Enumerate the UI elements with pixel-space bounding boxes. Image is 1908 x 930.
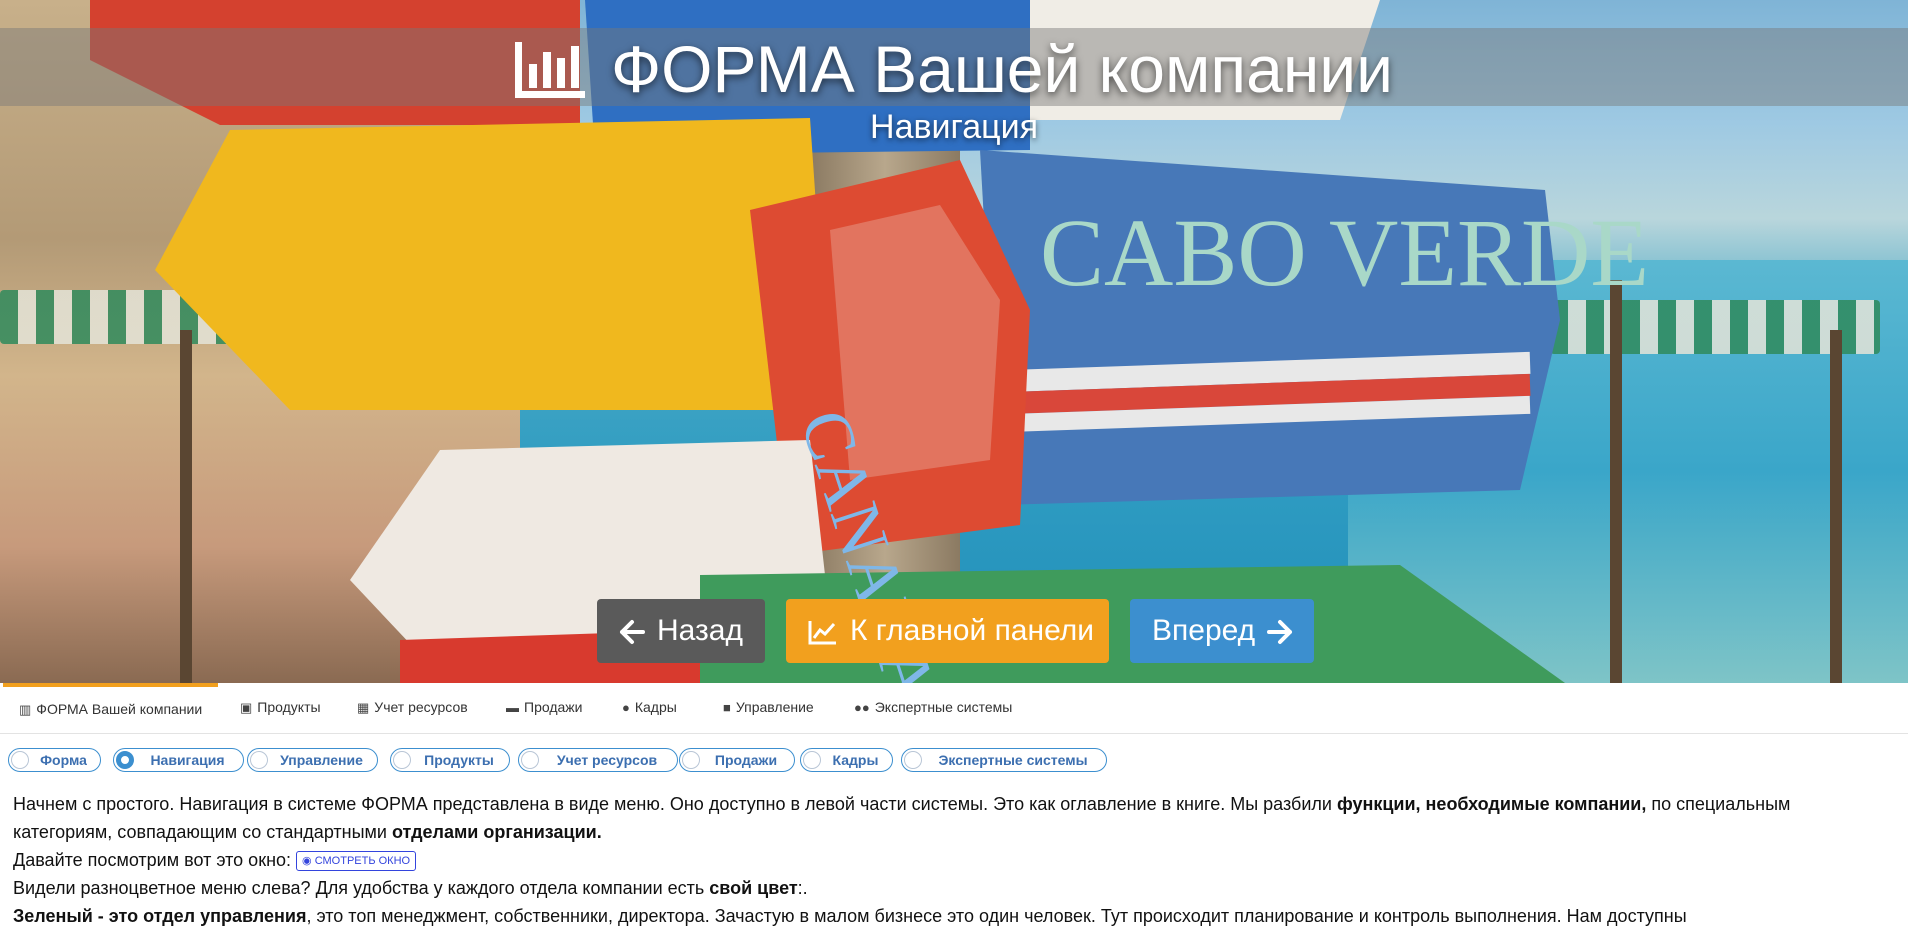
tab-products[interactable]: ▣ Продукты bbox=[240, 683, 321, 733]
main-panel-button-label: К главной панели bbox=[850, 614, 1095, 647]
box-icon: ▣ bbox=[240, 700, 253, 715]
text: Видели разноцветное меню слева? Для удоб… bbox=[13, 878, 710, 898]
tab-expert-systems[interactable]: ●● Экспертные системы bbox=[854, 683, 1012, 733]
next-button[interactable]: Вперед bbox=[1130, 599, 1314, 663]
paragraph-window: Давайте посмотрим вот это окно: ◉ СМОТРЕ… bbox=[13, 846, 1893, 874]
pill-label: Форма bbox=[40, 752, 87, 768]
tab-label: Учет ресурсов bbox=[374, 699, 468, 715]
paragraph-colors: Видели разноцветное меню слева? Для удоб… bbox=[13, 874, 1893, 902]
page-title-text: ФОРМА Вашей компании bbox=[610, 32, 1394, 106]
pill-label: Экспертные системы bbox=[938, 752, 1088, 768]
bold-text: отделами организации. bbox=[391, 822, 602, 842]
line-chart-icon bbox=[808, 614, 850, 647]
briefcase-icon: ■ bbox=[723, 700, 731, 715]
bold-text: Зеленый - это отдел управления bbox=[13, 906, 307, 926]
arrow-right-icon bbox=[1255, 614, 1293, 647]
pill-sales[interactable]: Продажи bbox=[679, 748, 795, 772]
chart-bar-icon: ▥ bbox=[19, 702, 32, 717]
pill-label: Продукты bbox=[424, 752, 494, 768]
money-icon: ▬ bbox=[506, 700, 519, 715]
chart-bar-icon bbox=[514, 30, 585, 120]
section-tabs: ▥ ФОРМА Вашей компании ▣ Продукты ▦ Учет ре… bbox=[0, 683, 1908, 734]
text: Начнем с простого. Навигация в системе Ф… bbox=[13, 794, 1337, 814]
page-title: ФОРМА Вашей компании bbox=[0, 24, 1908, 120]
pill-products[interactable]: Продукты bbox=[390, 748, 510, 772]
tab-label: Управление bbox=[735, 699, 814, 715]
tab-label: Продукты bbox=[257, 699, 321, 715]
bold-text: свой цвет bbox=[709, 878, 798, 898]
page-subtitle: Навигация bbox=[870, 108, 1038, 146]
tab-label: ФОРМА Вашей компании bbox=[36, 701, 203, 717]
pill-label: Кадры bbox=[832, 752, 879, 768]
tab-label: Экспертные системы bbox=[874, 699, 1013, 715]
next-button-label: Вперед bbox=[1152, 614, 1256, 647]
tab-label: Продажи bbox=[524, 699, 583, 715]
tab-management[interactable]: ■ Управление bbox=[723, 683, 814, 733]
sign-text-cabo: CABO VERDE bbox=[1040, 199, 1649, 306]
main-panel-button[interactable]: К главной панели bbox=[786, 599, 1109, 663]
grid-icon: ▦ bbox=[357, 700, 370, 715]
paragraph-intro: Начнем с простого. Навигация в системе Ф… bbox=[13, 790, 1893, 846]
tab-resources[interactable]: ▦ Учет ресурсов bbox=[357, 683, 468, 733]
pill-navigation[interactable]: Навигация bbox=[113, 748, 244, 772]
pill-resources[interactable]: Учет ресурсов bbox=[518, 748, 678, 772]
pill-expert-systems[interactable]: Экспертные системы bbox=[901, 748, 1107, 772]
users-icon: ●● bbox=[854, 700, 870, 715]
bold-text: функции, необходимые компании, bbox=[1336, 794, 1647, 814]
pill-forma[interactable]: Форма bbox=[8, 748, 101, 772]
back-button[interactable]: Назад bbox=[597, 599, 765, 663]
pill-management[interactable]: Управление bbox=[247, 748, 378, 772]
text: , это топ менеджмент, собственники, дире… bbox=[306, 906, 1687, 926]
content-text: Начнем с простого. Навигация в системе Ф… bbox=[13, 790, 1893, 930]
eye-icon: ◉ bbox=[302, 855, 315, 868]
hero-banner: CANADA CABO VERDE ФОРМА Вашей компании Н… bbox=[0, 0, 1908, 683]
tab-staff[interactable]: ● Кадры bbox=[622, 683, 677, 733]
back-button-label: Назад bbox=[657, 614, 743, 647]
text: Давайте посмотрим вот это окно: bbox=[13, 850, 297, 870]
tab-label: Кадры bbox=[634, 699, 677, 715]
pill-label: Навигация bbox=[150, 752, 225, 768]
pill-label: Управление bbox=[280, 752, 363, 768]
view-window-label: СМОТРЕТЬ ОКНО bbox=[314, 855, 411, 868]
view-window-button[interactable]: ◉ СМОТРЕТЬ ОКНО bbox=[296, 851, 417, 872]
text: :. bbox=[797, 878, 808, 898]
tab-forma[interactable]: ▥ ФОРМА Вашей компании bbox=[3, 683, 218, 733]
arrow-left-icon bbox=[619, 614, 657, 647]
paragraph-green: Зеленый - это отдел управления, это топ … bbox=[13, 902, 1893, 930]
user-plus-icon: ● bbox=[622, 700, 630, 715]
pill-label: Продажи bbox=[714, 752, 778, 768]
pill-staff[interactable]: Кадры bbox=[800, 748, 893, 772]
pill-label: Учет ресурсов bbox=[556, 752, 658, 768]
tab-sales[interactable]: ▬ Продажи bbox=[506, 683, 582, 733]
